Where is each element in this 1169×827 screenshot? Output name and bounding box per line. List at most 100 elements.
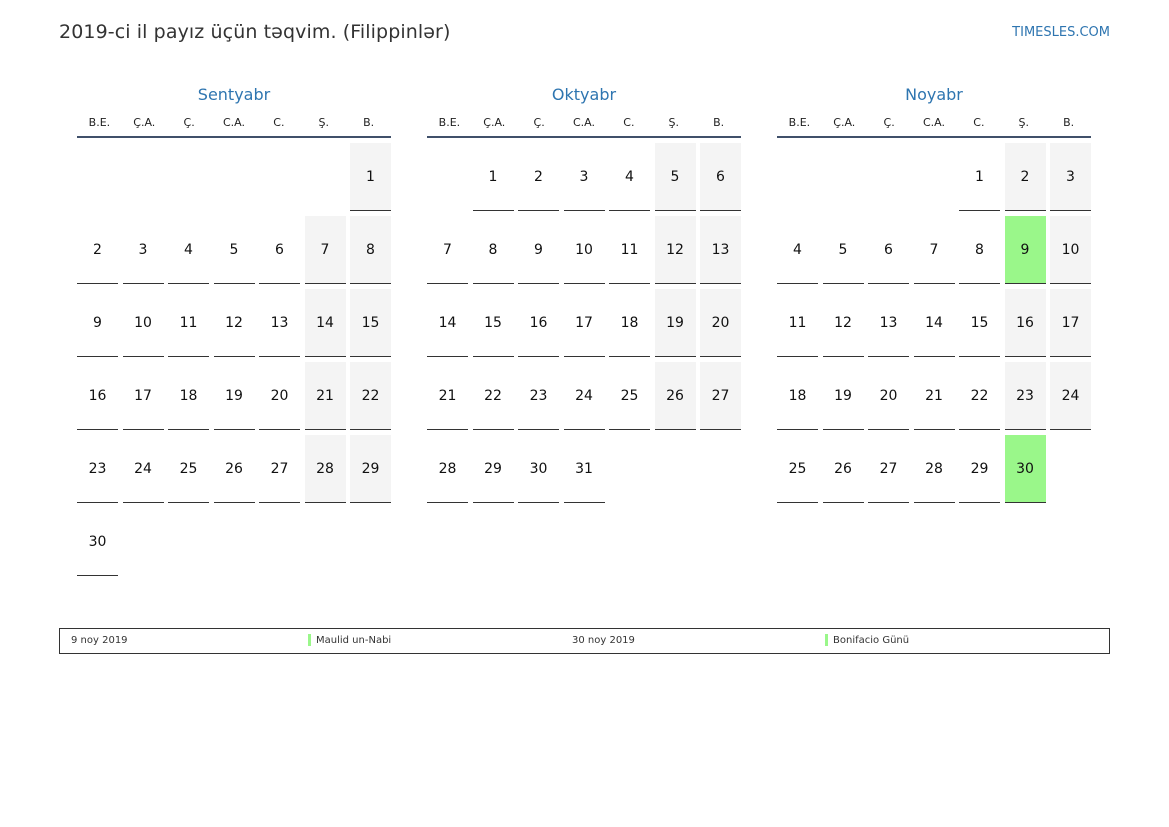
day-cell: 3	[122, 216, 164, 284]
day-cell: 14	[304, 289, 346, 357]
weekday-label: Ç.A.	[483, 115, 506, 129]
day-cell: 23	[518, 362, 559, 430]
day-cell: 10	[563, 216, 605, 284]
day-cell: 17	[122, 362, 164, 430]
day-cell: 11	[609, 216, 650, 284]
day-cell: 24	[1050, 362, 1091, 430]
day-cell: 13	[259, 289, 300, 357]
empty-cell	[823, 143, 864, 210]
month-calendar-october: Oktyabr B.E. Ç.A. Ç. C.A. C. Ş. B. 12345…	[427, 82, 741, 503]
legend-holiday: Bonifacio Günü	[825, 634, 910, 646]
day-cell: 19	[822, 362, 864, 430]
day-cell: 28	[913, 435, 955, 503]
weekday-label: C.A.	[923, 115, 946, 129]
day-cell: 26	[654, 362, 696, 430]
weekday-label: C.	[973, 115, 985, 129]
day-cell: 20	[868, 362, 909, 430]
site-link[interactable]: TIMESLES.COM	[1012, 25, 1110, 40]
day-cell: 7	[304, 216, 346, 284]
holiday-day-cell: 9	[1004, 216, 1046, 284]
weekday-label: B.	[363, 115, 375, 129]
day-cell: 20	[700, 289, 741, 357]
day-cell: 12	[822, 289, 864, 357]
day-cell: 18	[168, 362, 209, 430]
weekday-label: B.E.	[88, 115, 111, 129]
weekday-label: C.	[273, 115, 285, 129]
day-grid: 1 2 3 4 5 6 7 8 9 10 11 12 13 14 15 16 17 18 19 20 21 22 23 24 2…	[77, 143, 391, 576]
day-cell: 8	[472, 216, 514, 284]
day-cell: 26	[822, 435, 864, 503]
day-cell: 10	[122, 289, 164, 357]
day-grid: 1 2 3 4 5 6 7 8 9 10 11 12 13 14 15 16 17 18 19 20 21 22 23 24 2…	[777, 143, 1091, 503]
page-title: 2019-ci il payız üçün təqvim. (Filippinl…	[59, 21, 451, 43]
day-cell: 29	[472, 435, 514, 503]
day-cell: 12	[654, 216, 696, 284]
weekday-label: Ç.A.	[133, 115, 156, 129]
day-cell: 20	[259, 362, 300, 430]
day-cell: 26	[213, 435, 255, 503]
empty-cell	[914, 143, 955, 210]
weekday-label: C.A.	[573, 115, 596, 129]
weekday-header: B.E. Ç.A. Ç. C.A. C. Ş. B.	[77, 108, 391, 138]
empty-cell	[77, 143, 118, 210]
month-name: Sentyabr	[197, 85, 271, 104]
day-cell: 18	[609, 289, 650, 357]
day-cell: 23	[1004, 362, 1046, 430]
day-cell: 16	[518, 289, 559, 357]
day-cell: 16	[1004, 289, 1046, 357]
legend-holiday-name: Bonifacio Günü	[833, 635, 910, 646]
day-cell: 23	[77, 435, 118, 503]
day-cell: 3	[563, 143, 605, 211]
day-cell: 6	[700, 143, 741, 211]
day-cell: 14	[913, 289, 955, 357]
day-cell: 24	[122, 435, 164, 503]
weekday-label: Ş.	[1018, 115, 1029, 129]
day-cell: 31	[563, 435, 605, 503]
weekday-label: B.E.	[788, 115, 811, 129]
empty-cell	[123, 143, 164, 210]
day-cell: 25	[777, 435, 818, 503]
day-cell: 2	[1004, 143, 1046, 211]
legend-date: 30 noy 2019	[572, 635, 635, 646]
weekday-label: Ç.	[183, 115, 195, 129]
day-cell: 5	[654, 143, 696, 211]
holiday-color-marker	[308, 634, 311, 646]
legend-holiday: Maulid un-Nabi	[308, 634, 391, 646]
empty-cell	[259, 143, 300, 210]
day-cell: 4	[168, 216, 209, 284]
day-cell: 11	[777, 289, 818, 357]
day-cell: 2	[518, 143, 559, 211]
day-cell: 29	[350, 435, 391, 503]
empty-cell	[868, 143, 909, 210]
day-cell: 8	[350, 216, 391, 284]
day-cell: 25	[168, 435, 209, 503]
day-cell: 15	[472, 289, 514, 357]
day-cell: 9	[518, 216, 559, 284]
day-cell: 22	[959, 362, 1000, 430]
day-cell: 30	[77, 508, 118, 576]
day-cell: 15	[959, 289, 1000, 357]
day-cell: 16	[77, 362, 118, 430]
day-cell: 22	[472, 362, 514, 430]
day-cell: 8	[959, 216, 1000, 284]
day-cell: 10	[1050, 216, 1091, 284]
empty-cell	[427, 143, 468, 210]
day-cell: 29	[959, 435, 1000, 503]
day-cell: 5	[213, 216, 255, 284]
day-cell: 19	[213, 362, 255, 430]
day-cell: 22	[350, 362, 391, 430]
holiday-legend: 9 noy 2019 Maulid un-Nabi 30 noy 2019 Bo…	[59, 628, 1110, 654]
day-cell: 21	[304, 362, 346, 430]
day-cell: 27	[868, 435, 909, 503]
weekday-label: Ş.	[668, 115, 679, 129]
empty-cell	[168, 143, 209, 210]
weekday-label: Ç.	[533, 115, 545, 129]
month-calendar-november: Noyabr B.E. Ç.A. Ç. C.A. C. Ş. B. 123456…	[777, 82, 1091, 503]
day-cell: 1	[959, 143, 1000, 211]
day-cell: 12	[213, 289, 255, 357]
day-cell: 19	[654, 289, 696, 357]
day-cell: 1	[472, 143, 514, 211]
day-cell: 14	[427, 289, 468, 357]
weekday-label: Ç.A.	[833, 115, 856, 129]
day-cell: 28	[304, 435, 346, 503]
